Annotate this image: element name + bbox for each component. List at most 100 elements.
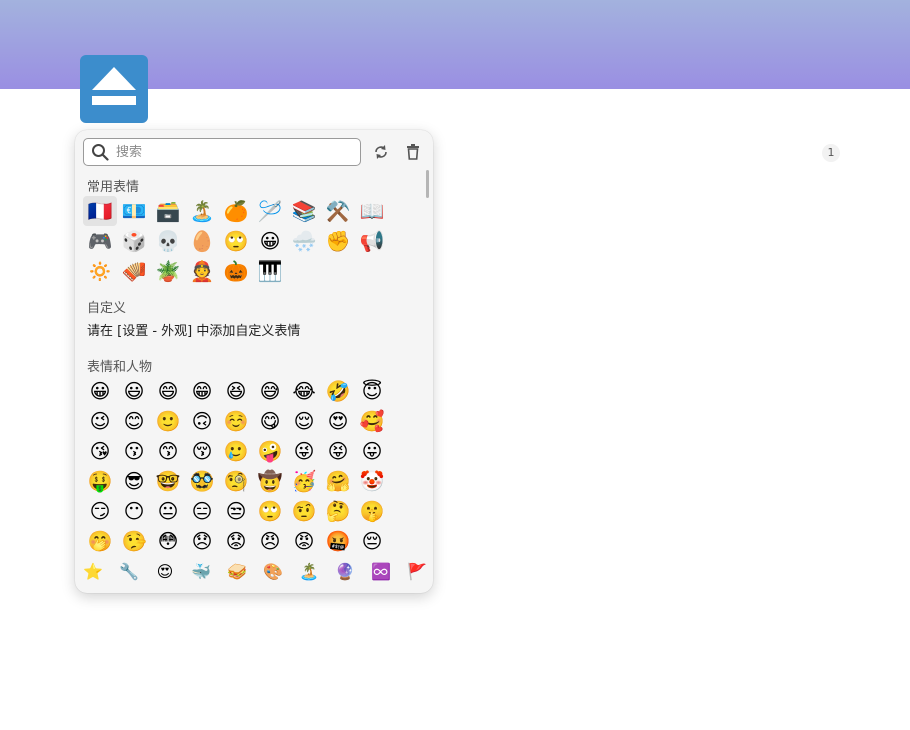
category-tab[interactable]: 🎨 — [259, 558, 287, 584]
people-emoji[interactable]: 😌 — [287, 406, 321, 436]
people-emoji[interactable]: 😔 — [355, 526, 389, 556]
emoji-picker: 常用表情 🇫🇷💶🗃️🏝️🍊🪡📚⚒️📖🎮🎲💀🥚🙄😀🌨️✊📢🔅🪗🪴👲🎃🎹 自定义 请… — [75, 130, 433, 593]
recent-emoji[interactable]: ⚒️ — [321, 196, 355, 226]
category-tab[interactable]: 🏝️ — [295, 558, 323, 584]
recent-emoji[interactable]: 🎮 — [83, 226, 117, 256]
people-emoji[interactable]: 😗 — [117, 436, 151, 466]
recent-emoji[interactable]: 💶 — [117, 196, 151, 226]
people-emoji[interactable]: 🥲 — [219, 436, 253, 466]
people-emoji[interactable]: 😒 — [219, 496, 253, 526]
people-emoji[interactable]: 😳 — [151, 526, 185, 556]
recent-emoji[interactable]: 🪴 — [151, 256, 185, 286]
recent-emoji[interactable]: 💀 — [151, 226, 185, 256]
recent-emoji[interactable]: 📢 — [355, 226, 389, 256]
people-emoji[interactable]: 🤑 — [83, 466, 117, 496]
recent-emoji[interactable]: 😀 — [253, 226, 287, 256]
people-emoji[interactable]: 😝 — [321, 436, 355, 466]
people-emoji[interactable]: 😡 — [287, 526, 321, 556]
recent-emoji[interactable]: 🇫🇷 — [83, 196, 117, 226]
people-emoji[interactable]: 😟 — [219, 526, 253, 556]
category-tab[interactable]: 😍 — [151, 558, 179, 584]
people-emoji[interactable]: 😉 — [83, 406, 117, 436]
people-emoji[interactable]: 😘 — [83, 436, 117, 466]
people-emoji[interactable]: 😇 — [355, 376, 389, 406]
people-emoji[interactable]: 😀 — [83, 376, 117, 406]
recent-emoji[interactable]: 👲 — [185, 256, 219, 286]
people-emoji[interactable]: 🤓 — [151, 466, 185, 496]
people-emoji[interactable]: ☺️ — [219, 406, 253, 436]
recent-emoji-grid: 🇫🇷 💶 🗃️ 🏝️ 🍊 🪡 📚 ⚒️ 📖 🎮 🎲 💀 🥚 🙄 😀 🌨️ ✊ 📢 🔅 🪗 🪴 👲 🎃 🎹 — [83, 196, 389, 286]
people-emoji[interactable]: 😅 — [253, 376, 287, 406]
people-emoji[interactable]: 😄 — [151, 376, 185, 406]
people-emoji[interactable]: 🤥 — [117, 526, 151, 556]
recent-emoji[interactable]: 🪡 — [253, 196, 287, 226]
people-emoji[interactable]: 😏 — [83, 496, 117, 526]
people-emoji[interactable]: 😁 — [185, 376, 219, 406]
category-tab[interactable]: 🔧 — [115, 558, 143, 584]
people-emoji[interactable]: 😆 — [219, 376, 253, 406]
recent-emoji[interactable]: 🗃️ — [151, 196, 185, 226]
people-emoji[interactable]: 😜 — [287, 436, 321, 466]
search-box[interactable] — [83, 138, 361, 166]
people-emoji[interactable]: 🤨 — [287, 496, 321, 526]
category-tab[interactable]: ♾️ — [367, 558, 395, 584]
people-emoji[interactable]: 😋 — [253, 406, 287, 436]
category-tab[interactable]: ⭐ — [79, 558, 107, 584]
people-emoji[interactable]: 😠 — [253, 526, 287, 556]
people-emoji[interactable]: 🙂 — [151, 406, 185, 436]
recent-emoji[interactable]: 🎲 — [117, 226, 151, 256]
people-emoji[interactable]: 🥳 — [287, 466, 321, 496]
recent-emoji[interactable]: ✊ — [321, 226, 355, 256]
count-badge: 1 — [822, 144, 840, 162]
people-emoji[interactable]: 😙 — [151, 436, 185, 466]
people-emoji[interactable]: 😃 — [117, 376, 151, 406]
people-emoji[interactable]: 🤔 — [321, 496, 355, 526]
people-emoji[interactable]: 😂 — [287, 376, 321, 406]
people-emoji[interactable]: 😚 — [185, 436, 219, 466]
custom-emoji-note: 请在 [设置 - 外观] 中添加自定义表情 — [87, 324, 301, 339]
eject-icon[interactable] — [80, 55, 148, 123]
people-emoji[interactable]: 🥰 — [355, 406, 389, 436]
recent-emoji[interactable]: 🎹 — [253, 256, 287, 286]
people-emoji[interactable]: 🤠 — [253, 466, 287, 496]
people-emoji[interactable]: 🤪 — [253, 436, 287, 466]
people-emoji[interactable]: 🤣 — [321, 376, 355, 406]
people-emoji[interactable]: 🤡 — [355, 466, 389, 496]
recent-emoji[interactable]: 🌨️ — [287, 226, 321, 256]
refresh-icon[interactable] — [370, 141, 392, 163]
people-emoji[interactable]: 🧐 — [219, 466, 253, 496]
trash-icon[interactable] — [402, 141, 424, 163]
people-emoji[interactable]: 😎 — [117, 466, 151, 496]
people-emoji[interactable]: 🙄 — [253, 496, 287, 526]
people-emoji[interactable]: 🥸 — [185, 466, 219, 496]
recent-emoji[interactable]: 🥚 — [185, 226, 219, 256]
people-emoji[interactable]: 😐 — [151, 496, 185, 526]
recent-emoji[interactable]: 🍊 — [219, 196, 253, 226]
people-emoji[interactable]: 😞 — [185, 526, 219, 556]
recent-emoji[interactable]: 🏝️ — [185, 196, 219, 226]
section-title-recent: 常用表情 — [87, 180, 140, 195]
category-tab[interactable]: 🔮 — [331, 558, 359, 584]
people-emoji[interactable]: 😶 — [117, 496, 151, 526]
people-emoji[interactable]: 😊 — [117, 406, 151, 436]
people-emoji[interactable]: 😛 — [355, 436, 389, 466]
recent-emoji[interactable]: 🙄 — [219, 226, 253, 256]
scrollbar[interactable] — [426, 170, 429, 198]
category-tab[interactable]: 🥪 — [223, 558, 251, 584]
recent-emoji[interactable]: 📚 — [287, 196, 321, 226]
people-emoji[interactable]: 🤫 — [355, 496, 389, 526]
category-tab[interactable]: 🚩 — [403, 558, 431, 584]
recent-emoji[interactable]: 📖 — [355, 196, 389, 226]
people-emoji[interactable]: 🤗 — [321, 466, 355, 496]
people-emoji[interactable]: 🤬 — [321, 526, 355, 556]
people-emoji[interactable]: 🤭 — [83, 526, 117, 556]
section-title-people: 表情和人物 — [87, 360, 153, 375]
search-input[interactable] — [116, 141, 352, 163]
recent-emoji[interactable]: 🔅 — [83, 256, 117, 286]
people-emoji[interactable]: 😑 — [185, 496, 219, 526]
people-emoji[interactable]: 🙃 — [185, 406, 219, 436]
recent-emoji[interactable]: 🪗 — [117, 256, 151, 286]
category-tab[interactable]: 🐳 — [187, 558, 215, 584]
people-emoji[interactable]: 😍 — [321, 406, 355, 436]
recent-emoji[interactable]: 🎃 — [219, 256, 253, 286]
